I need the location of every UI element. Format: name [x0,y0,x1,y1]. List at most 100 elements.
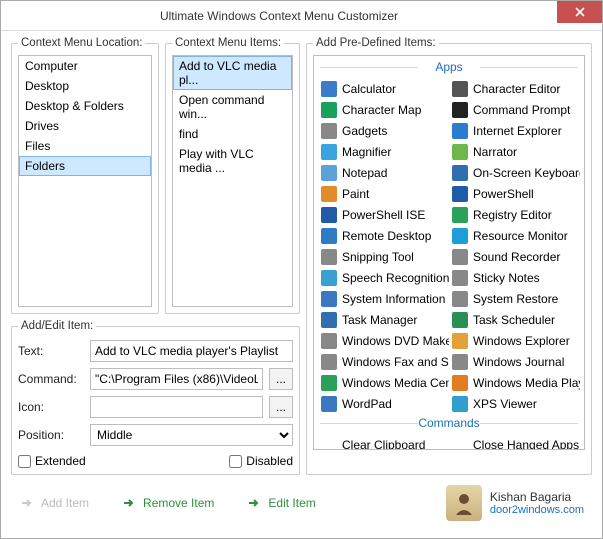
predef-app-item[interactable]: PowerShell [449,183,580,204]
location-listbox[interactable]: ComputerDesktopDesktop & FoldersDrivesFi… [18,55,152,307]
menu-item[interactable]: Open command win... [173,90,292,124]
extended-checkbox[interactable] [18,455,31,468]
add-item-button: Add Item [19,495,89,511]
predef-app-item[interactable]: Task Scheduler [449,309,580,330]
command-input[interactable] [90,368,263,390]
predef-cmd-item[interactable]: Close Hanged Apps [449,434,580,450]
predef-app-label: Paint [342,187,369,201]
icon-label: Icon: [18,400,84,414]
predef-legend: Add Pre-Defined Items: [313,37,439,49]
predef-app-item[interactable]: PowerShell ISE [318,204,449,225]
location-item[interactable]: Desktop [19,76,151,96]
extended-checkbox-label[interactable]: Extended [18,454,86,468]
position-select[interactable]: Middle [90,424,293,446]
icon-input[interactable] [90,396,263,418]
predef-app-label: On-Screen Keyboard [473,166,580,180]
predef-app-item[interactable]: Registry Editor [449,204,580,225]
app-icon [321,123,337,139]
app-icon [452,186,468,202]
predef-app-item[interactable]: Windows Journal [449,351,580,372]
predef-app-item[interactable]: XPS Viewer [449,393,580,414]
location-item[interactable]: Computer [19,56,151,76]
command-browse-button[interactable]: ... [269,368,293,390]
predef-app-item[interactable]: Magnifier [318,141,449,162]
app-icon [321,228,337,244]
predef-app-item[interactable]: Narrator [449,141,580,162]
predef-app-item[interactable]: Task Manager [318,309,449,330]
predef-app-label: Speech Recognition [342,271,449,285]
remove-item-button[interactable]: Remove Item [121,495,214,511]
location-item[interactable]: Folders [19,156,151,176]
window-title: Ultimate Windows Context Menu Customizer [1,9,557,23]
predef-app-label: Windows Media Player [473,376,580,390]
app-icon [321,165,337,181]
app-icon [452,354,468,370]
predef-app-label: Command Prompt [473,103,570,117]
predef-app-item[interactable]: Resource Monitor [449,225,580,246]
location-legend: Context Menu Location: [18,37,145,49]
predef-app-item[interactable]: Sound Recorder [449,246,580,267]
close-icon [575,7,585,17]
icon-browse-button[interactable]: ... [269,396,293,418]
app-icon [321,249,337,265]
app-icon [321,375,337,391]
predef-app-item[interactable]: System Information [318,288,449,309]
app-icon [452,291,468,307]
app-icon [321,396,337,412]
predef-app-item[interactable]: Windows Media Cen... [318,372,449,393]
menu-item[interactable]: Add to VLC media pl... [173,56,292,90]
disabled-checkbox[interactable] [229,455,242,468]
location-item[interactable]: Files [19,136,151,156]
predef-app-label: XPS Viewer [473,397,537,411]
predef-app-item[interactable]: Remote Desktop [318,225,449,246]
add-edit-item-group: Add/Edit Item: Text: Command: ... Icon: [11,320,300,475]
predef-app-item[interactable]: Windows DVD Maker [318,330,449,351]
predef-app-label: Character Editor [473,82,560,96]
predef-app-item[interactable]: Character Map [318,99,449,120]
predef-app-item[interactable]: Windows Explorer [449,330,580,351]
disabled-checkbox-label[interactable]: Disabled [229,454,293,468]
predefined-list[interactable]: Apps CalculatorCharacter EditorCharacter… [313,55,585,450]
close-button[interactable] [557,1,602,23]
predef-app-item[interactable]: Speech Recognition [318,267,449,288]
predef-app-item[interactable]: Windows Media Player [449,372,580,393]
items-listbox[interactable]: Add to VLC media pl...Open command win..… [172,55,293,307]
command-label: Command: [18,372,84,386]
predef-app-item[interactable]: System Restore [449,288,580,309]
predef-app-item[interactable]: Internet Explorer [449,120,580,141]
predef-app-label: WordPad [342,397,392,411]
predef-app-item[interactable]: Character Editor [449,78,580,99]
predef-app-item[interactable]: Sticky Notes [449,267,580,288]
app-icon [321,291,337,307]
predef-app-item[interactable]: Command Prompt [449,99,580,120]
predef-app-label: Windows Journal [473,355,564,369]
predef-app-item[interactable]: WordPad [318,393,449,414]
predef-app-item[interactable]: Snipping Tool [318,246,449,267]
predef-app-label: Gadgets [342,124,387,138]
predef-app-label: Narrator [473,145,517,159]
location-item[interactable]: Desktop & Folders [19,96,151,116]
predef-app-label: Notepad [342,166,387,180]
menu-item[interactable]: find [173,124,292,144]
predef-app-label: Sticky Notes [473,271,540,285]
text-input[interactable] [90,340,293,362]
menu-item[interactable]: Play with VLC media ... [173,144,292,178]
predef-app-item[interactable]: Gadgets [318,120,449,141]
app-icon [321,144,337,160]
predef-app-item[interactable]: Calculator [318,78,449,99]
predef-app-label: Windows Fax and Sc... [342,355,449,369]
app-icon [452,375,468,391]
author-link[interactable]: door2windows.com [490,504,584,516]
commands-header: Commands [320,416,578,430]
predef-app-label: Registry Editor [473,208,552,222]
add-icon [19,495,35,511]
predef-app-item[interactable]: Windows Fax and Sc... [318,351,449,372]
predef-app-item[interactable]: On-Screen Keyboard [449,162,580,183]
predef-app-item[interactable]: Notepad [318,162,449,183]
location-item[interactable]: Drives [19,116,151,136]
edit-item-button[interactable]: Edit Item [246,495,315,511]
predef-app-item[interactable]: Paint [318,183,449,204]
title-bar: Ultimate Windows Context Menu Customizer [1,1,602,31]
predef-app-label: Remote Desktop [342,229,431,243]
predef-cmd-item[interactable]: Clear Clipboard [318,434,449,450]
